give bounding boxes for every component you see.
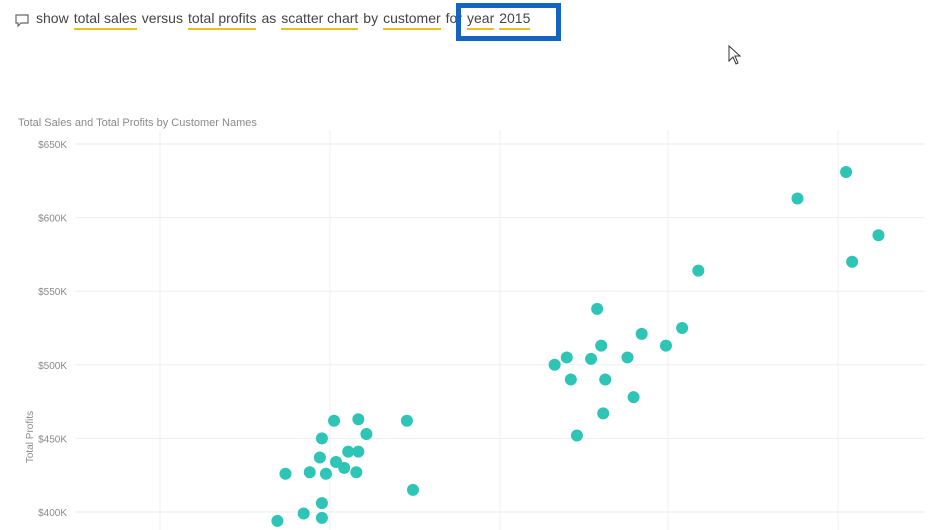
y-tick-label: $650K [38, 140, 67, 151]
scatter-point [360, 427, 373, 440]
highlight-box [456, 3, 561, 41]
scatter-point [840, 165, 853, 178]
scatter-point [352, 413, 365, 426]
scatter-point [599, 373, 612, 386]
scatter-point [635, 327, 648, 340]
scatter-point [595, 339, 608, 352]
scatter-point [591, 302, 604, 315]
scatter-point [627, 391, 640, 404]
scatter-point [315, 497, 328, 510]
scatter-point [400, 414, 413, 427]
y-tick-label: $600K [38, 214, 67, 225]
scatter-point [297, 507, 310, 520]
scatter-point [597, 407, 610, 420]
scatter-point [621, 351, 634, 364]
scatter-point [315, 511, 328, 524]
y-tick-label: $550K [38, 287, 67, 298]
scatter-point [560, 351, 573, 364]
chart-title: Total Sales and Total Profits by Custome… [18, 117, 257, 129]
scatter-point [328, 414, 341, 427]
scatter-point [350, 466, 363, 479]
scatter-point [676, 322, 689, 334]
qa-token: customer [383, 10, 441, 30]
y-tick-label: $500K [38, 361, 67, 372]
qa-token: total sales [73, 10, 137, 30]
scatter-point [303, 466, 316, 479]
scatter-point [585, 352, 598, 365]
mouse-cursor-icon [728, 45, 742, 65]
scatter-point [313, 451, 326, 464]
scatter-point [315, 432, 328, 445]
scatter-point [352, 445, 365, 458]
scatter-point [692, 264, 705, 277]
y-tick-label: $400K [38, 508, 67, 519]
scatter-point [548, 358, 561, 371]
qa-token: total profits [187, 10, 257, 30]
scatter-point [564, 373, 577, 386]
scatter-point [791, 192, 804, 205]
qa-token: show [36, 10, 69, 26]
scatter-point [872, 229, 885, 242]
y-tick-label: $450K [38, 434, 67, 445]
qa-token: versus [141, 10, 183, 26]
scatter-point [271, 514, 284, 527]
qa-token: by [363, 10, 379, 26]
qa-token: as [261, 10, 277, 26]
chat-bubble-icon [15, 14, 29, 28]
scatter-point [846, 255, 859, 268]
qa-token: scatter chart [281, 10, 359, 30]
scatter-point [570, 429, 583, 442]
scatter-point [279, 467, 292, 480]
scatter-chart: $400K $450K $500K $550K $600K $650K Total Prof… [25, 130, 925, 530]
scatter-point [338, 461, 351, 474]
y-axis-title: Total Profits [25, 411, 36, 463]
scatter-point [659, 339, 672, 352]
scatter-point [319, 467, 332, 480]
scatter-point [406, 483, 419, 496]
